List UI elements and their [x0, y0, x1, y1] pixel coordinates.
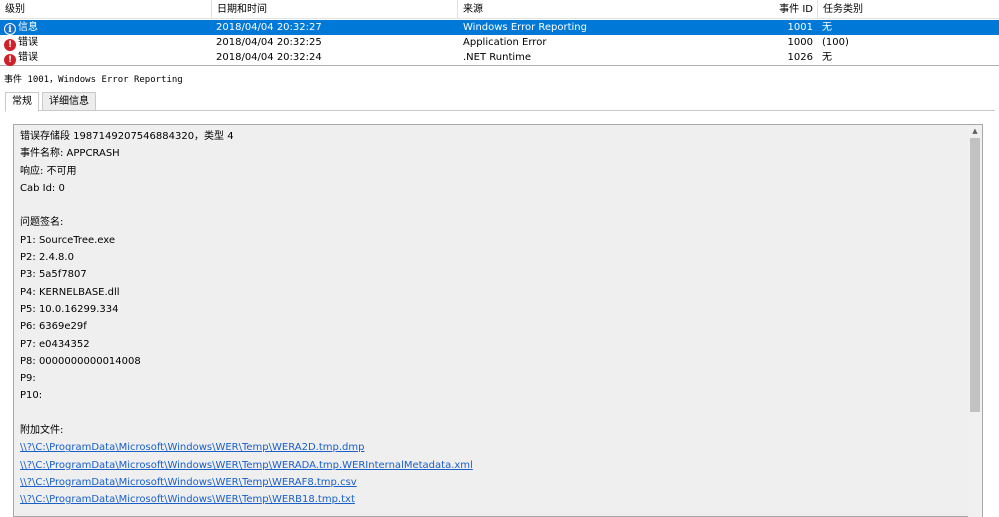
event-level: 信息: [18, 22, 38, 33]
description-line: [20, 197, 960, 214]
scroll-up-arrow-icon[interactable]: ▲: [968, 125, 982, 138]
event-source: Windows Error Reporting: [463, 22, 587, 33]
attached-file-link[interactable]: \\?\C:\ProgramData\Microsoft\Windows\WER…: [20, 460, 473, 471]
column-header-task-category[interactable]: 任务类别: [818, 0, 999, 19]
description-line: P6: 6369e29f: [20, 321, 87, 333]
column-header-level[interactable]: 级别: [0, 0, 212, 19]
description-line: P9:: [20, 373, 36, 385]
tab-details[interactable]: 详细信息: [42, 92, 96, 111]
event-source: Application Error: [463, 37, 547, 48]
event-id: 1001: [787, 22, 813, 33]
description-line: P5: 10.0.16299.334: [20, 303, 119, 315]
error-icon: !: [4, 54, 16, 66]
description-line: P4: KERNELBASE.dll: [20, 286, 120, 298]
column-header-event-id[interactable]: 事件 ID: [760, 0, 818, 19]
event-source: .NET Runtime: [463, 52, 532, 63]
event-task-category: 无: [822, 52, 832, 63]
description-line: P3: 5a5f7807: [20, 269, 87, 281]
event-task-category: 无: [822, 22, 832, 33]
event-level: 错误: [18, 37, 38, 48]
attached-file-link[interactable]: \\?\C:\ProgramData\Microsoft\Windows\WER…: [20, 442, 364, 453]
description-line: P2: 2.4.8.0: [20, 252, 74, 264]
description-line: [20, 405, 960, 422]
description-line: 响应: 不可用: [20, 165, 77, 177]
description-line: Cab Id: 0: [20, 182, 65, 194]
info-icon: i: [4, 23, 16, 35]
event-row[interactable]: ! 错误 2018/04/04 20:32:24 .NET Runtime 102…: [0, 50, 999, 66]
event-datetime: 2018/04/04 20:32:25: [216, 37, 322, 48]
event-datetime: 2018/04/04 20:32:24: [216, 52, 322, 63]
event-id: 1000: [787, 37, 813, 48]
attached-file-link[interactable]: \\?\C:\ProgramData\Microsoft\Windows\WER…: [20, 477, 357, 488]
description-line: 事件名称: APPCRASH: [20, 148, 120, 160]
scroll-thumb[interactable]: [970, 138, 980, 412]
event-level: 错误: [18, 52, 38, 63]
column-header-datetime[interactable]: 日期和时间: [212, 0, 458, 19]
description-line: P10:: [20, 390, 43, 402]
description-line: P8: 0000000000014008: [20, 355, 141, 367]
description-line: 问题签名:: [20, 217, 64, 229]
tab-general[interactable]: 常规: [5, 92, 39, 112]
event-detail-title: 事件 1001，Windows Error Reporting: [4, 75, 183, 85]
event-list: 级别 日期和时间 来源 事件 ID 任务类别 i 信息 2018/04/04 20…: [0, 0, 999, 66]
event-datetime: 2018/04/04 20:32:27: [216, 22, 322, 33]
event-row[interactable]: i 信息 2018/04/04 20:32:27 Windows Error Re…: [0, 20, 999, 35]
event-list-header: 级别 日期和时间 来源 事件 ID 任务类别: [0, 0, 999, 19]
description-line: P1: SourceTree.exe: [20, 234, 116, 246]
description-scrollbar[interactable]: ▲: [968, 125, 982, 517]
description-line: 附加文件:: [20, 425, 64, 437]
event-id: 1026: [787, 52, 813, 63]
description-line: 错误存储段 1987149207546884320，类型 4: [20, 131, 234, 142]
event-task-category: (100): [822, 37, 849, 48]
event-row[interactable]: ! 错误 2018/04/04 20:32:25 Application Erro…: [0, 35, 999, 51]
attached-file-link[interactable]: \\?\C:\ProgramData\Microsoft\Windows\WER…: [20, 494, 355, 505]
description-line: P7: e0434352: [20, 338, 90, 350]
event-description: 错误存储段 1987149207546884320，类型 4 事件名称: APP…: [20, 128, 960, 509]
